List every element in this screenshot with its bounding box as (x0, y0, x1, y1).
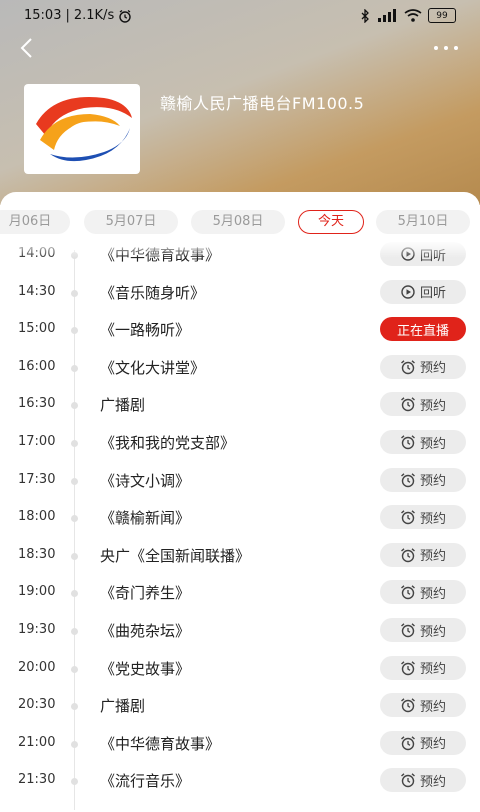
program-title: 《曲苑杂坛》 (100, 622, 191, 640)
program-row[interactable]: 15:00 《一路畅听》 正在直播 (0, 311, 480, 349)
program-time: 15:00 (18, 321, 56, 337)
program-time: 17:00 (18, 434, 56, 449)
alarm-clock-icon (401, 472, 415, 487)
program-time: 20:00 (18, 659, 56, 675)
reserve-button[interactable]: 预约 (380, 392, 466, 417)
timeline-dot (71, 440, 78, 447)
program-action-label: 回听 (419, 286, 446, 302)
program-row[interactable]: 14:30 《音乐随身听》 回听 (0, 274, 480, 312)
alarm-clock-icon (401, 623, 415, 638)
program-title: 《我和我的党支部》 (100, 434, 236, 452)
alarm-clock-icon (401, 360, 415, 374)
program-row[interactable]: 21:00 《中华德育故事》 预约 (0, 725, 480, 763)
live-button[interactable]: 正在直播 (380, 317, 466, 342)
timeline-dot (71, 628, 78, 635)
program-title: 《中华德育故事》 (100, 734, 221, 753)
program-action-label: 预约 (419, 699, 446, 715)
program-title: 《赣榆新闻》 (100, 509, 191, 528)
reserve-button[interactable]: 预约 (380, 505, 466, 530)
reserve-button[interactable]: 预约 (380, 542, 466, 567)
program-action-label: 预约 (419, 624, 446, 640)
reserve-button[interactable]: 预约 (380, 467, 466, 492)
program-title: 央广《全国新闻联播》 (100, 546, 251, 565)
timeline-dot (71, 327, 78, 335)
program-action-label: 预约 (419, 436, 446, 452)
program-title: 《诗文小调》 (100, 471, 191, 490)
program-action-label: 预约 (419, 474, 446, 490)
program-time: 19:30 (18, 622, 56, 637)
reserve-button[interactable]: 预约 (380, 580, 466, 605)
reserve-button[interactable]: 预约 (380, 655, 466, 680)
program-action-label: 预约 (419, 586, 446, 602)
alarm-clock-icon (401, 660, 415, 675)
timeline-dot (71, 665, 78, 673)
program-action-label: 预约 (419, 774, 446, 790)
program-title: 《党史故事》 (100, 659, 191, 678)
alarm-clock-icon (401, 698, 415, 713)
program-title: 《流行音乐》 (100, 772, 191, 791)
alarm-clock-icon (401, 548, 415, 562)
program-time: 20:30 (18, 697, 56, 713)
program-time: 21:00 (18, 734, 56, 750)
program-time: 16:00 (18, 358, 56, 374)
program-time: 17:30 (18, 471, 56, 487)
program-title: 《奇门养生》 (100, 584, 191, 603)
timeline-dot (71, 477, 78, 485)
program-title: 《文化大讲堂》 (100, 358, 206, 377)
program-list: 14:00《中华德育故事》回听14:30《音乐随身听》回听15:00《一路畅听》… (0, 0, 480, 810)
reserve-button[interactable]: 预约 (380, 618, 466, 642)
program-time: 19:00 (18, 584, 56, 600)
program-title: 广播剧 (100, 697, 146, 716)
timeline-dot (71, 402, 78, 410)
alarm-clock-icon (401, 585, 415, 600)
program-time: 14:30 (18, 283, 56, 299)
program-action-label: 预约 (419, 398, 446, 414)
replay-button[interactable]: 回听 (380, 279, 466, 304)
program-row[interactable]: 19:00 《奇门养生》 预约 (0, 574, 480, 612)
timeline-dot (71, 289, 78, 297)
program-time: 16:30 (18, 396, 56, 412)
timeline-dot (71, 778, 78, 786)
program-action-label: 正在直播 (396, 323, 449, 339)
program-action-label: 预约 (419, 662, 446, 678)
program-action-label: 预约 (419, 549, 446, 565)
program-row[interactable]: 16:00 《文化大讲堂》 预约 (0, 349, 480, 387)
list-fade (0, 240, 480, 258)
program-row[interactable]: 18:00 《赣榆新闻》 预约 (0, 499, 480, 537)
alarm-clock-icon (401, 736, 415, 750)
alarm-clock-icon (401, 773, 415, 788)
reserve-button[interactable]: 预约 (380, 430, 466, 454)
reserve-button[interactable]: 预约 (380, 693, 466, 718)
timeline-dot (71, 703, 78, 711)
program-row[interactable]: 21:30 《流行音乐》 预约 (0, 762, 480, 800)
timeline-dot (71, 590, 78, 598)
replay-icon (401, 284, 415, 299)
program-action-label: 预约 (419, 511, 446, 527)
program-action-label: 预约 (419, 361, 446, 377)
program-row[interactable]: 18:30 央广《全国新闻联播》 预约 (0, 537, 480, 575)
alarm-clock-icon (401, 510, 415, 525)
program-time: 21:30 (18, 772, 56, 788)
timeline-dot (71, 515, 78, 523)
program-action-label: 预约 (419, 737, 446, 753)
alarm-clock-icon (401, 397, 415, 412)
timeline-dot (71, 364, 78, 372)
program-time: 18:30 (18, 546, 56, 562)
program-title: 《音乐随身听》 (100, 283, 206, 302)
timeline-dot (71, 740, 78, 748)
program-title: 广播剧 (100, 396, 146, 415)
program-row[interactable]: 20:00 《党史故事》 预约 (0, 650, 480, 688)
program-time: 18:00 (18, 509, 56, 525)
program-row[interactable]: 17:30 《诗文小调》 预约 (0, 462, 480, 500)
timeline-dot (71, 552, 78, 560)
reserve-button[interactable]: 预约 (380, 730, 466, 755)
reserve-button[interactable]: 预约 (380, 354, 466, 379)
alarm-clock-icon (401, 435, 415, 450)
program-title: 《一路畅听》 (100, 321, 191, 340)
program-row[interactable]: 20:30 广播剧 预约 (0, 687, 480, 725)
reserve-button[interactable]: 预约 (380, 768, 466, 793)
program-row[interactable]: 17:00 《我和我的党支部》 预约 (0, 424, 480, 462)
program-row[interactable]: 16:30 广播剧 预约 (0, 386, 480, 424)
program-row[interactable]: 19:30 《曲苑杂坛》 预约 (0, 612, 480, 650)
